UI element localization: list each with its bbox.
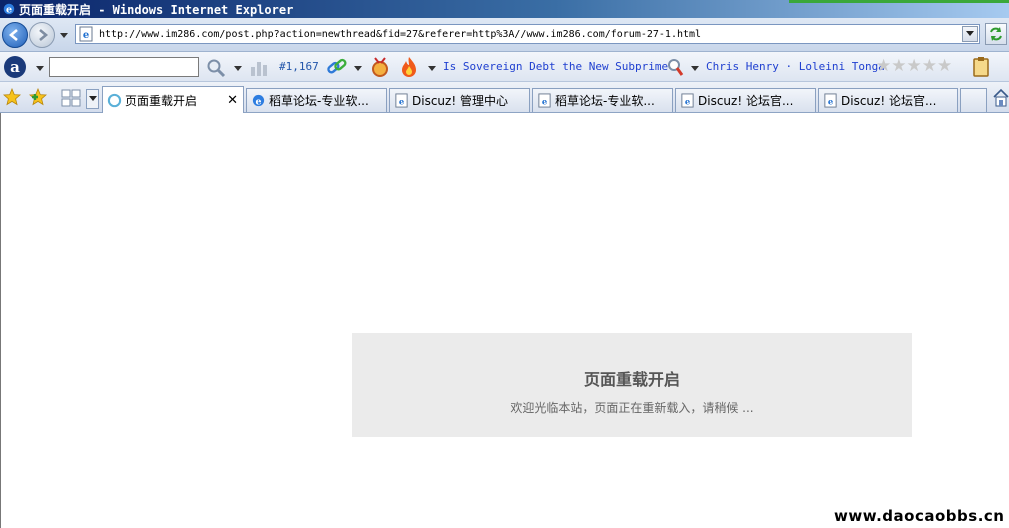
ie-page-icon: e — [252, 94, 265, 107]
svg-text:e: e — [83, 30, 89, 41]
alexa-toolbar: a #1,167 Is Sovereign Debt the New Subpr… — [0, 52, 1009, 82]
tab-label: Discuz! 论坛官... — [698, 94, 794, 108]
window-title-bar[interactable]: e 页面重载开启 - Windows Internet Explorer — [0, 0, 1009, 18]
page-icon: e — [538, 93, 551, 108]
window-title: 页面重载开启 - Windows Internet Explorer — [19, 2, 294, 17]
address-dropdown-button[interactable] — [962, 26, 978, 42]
home-icon[interactable] — [993, 88, 1009, 108]
award-badge-icon[interactable] — [370, 56, 390, 78]
refresh-icon — [990, 27, 1002, 41]
hot-flame-icon[interactable] — [399, 56, 419, 78]
tab-label: 页面重载开启 — [125, 93, 198, 108]
address-input[interactable]: e http://www.im286.com/post.php?action=n… — [75, 24, 980, 44]
tab-label: 稻草论坛-专业软... — [269, 94, 369, 108]
chevron-down-icon — [966, 31, 974, 36]
amazon-logo-button[interactable]: a — [4, 56, 26, 78]
svg-text:e: e — [828, 96, 833, 106]
back-arrow-icon — [8, 29, 18, 41]
tab-1[interactable]: e 稻草论坛-专业软... — [246, 88, 387, 112]
ie-page-icon: e — [79, 26, 93, 42]
favorites-star-icon[interactable] — [3, 88, 21, 106]
amazon-dropdown-icon[interactable] — [35, 63, 45, 73]
star-icon: ★ — [891, 56, 907, 76]
tab-2[interactable]: e Discuz! 管理中心 — [389, 88, 530, 112]
toolbar-search-input[interactable] — [49, 57, 199, 77]
tab-4[interactable]: e Discuz! 论坛官... — [675, 88, 816, 112]
links-dropdown-icon[interactable] — [353, 63, 363, 73]
search-dropdown-icon[interactable] — [233, 63, 243, 73]
close-tab-icon[interactable]: ✕ — [227, 93, 238, 108]
notice-message: 欢迎光临本站，页面正在重新载入，请稍候 ... — [510, 401, 754, 415]
svg-text:e: e — [542, 96, 547, 106]
add-favorite-icon[interactable] — [29, 88, 47, 106]
title-accent — [789, 0, 1009, 3]
trending-names-link[interactable]: Chris Henry · Loleini Tonga — [706, 60, 885, 73]
svg-text:e: e — [399, 96, 404, 106]
svg-text:e: e — [6, 5, 12, 16]
notice-title: 页面重载开启 — [583, 370, 680, 389]
forward-button[interactable] — [29, 22, 55, 48]
address-url: http://www.im286.com/post.php?action=new… — [99, 28, 702, 40]
reload-notice-box: 页面重载开启 欢迎光临本站，页面正在重新载入，请稍候 ... — [352, 333, 912, 437]
new-tab-button[interactable] — [960, 88, 987, 112]
quick-tabs-icon[interactable] — [61, 89, 81, 107]
star-icon: ★ — [937, 56, 953, 76]
site-rating-stars[interactable]: ★ ★ ★ ★ ★ — [876, 58, 952, 75]
address-toolbar: e http://www.im286.com/post.php?action=n… — [0, 18, 1009, 52]
star-icon: ★ — [906, 56, 922, 76]
svg-text:e: e — [256, 96, 262, 107]
page-icon: e — [824, 93, 837, 108]
tab-label: Discuz! 论坛官... — [841, 94, 937, 108]
tab-label: Discuz! 管理中心 — [412, 94, 508, 108]
tab-bar: 页面重载开启 ✕ e 稻草论坛-专业软... e Discuz! 管理中心 e … — [0, 82, 1009, 113]
hot-dropdown-icon[interactable] — [427, 63, 437, 73]
search-trends-icon[interactable] — [665, 56, 685, 78]
news-link[interactable]: Is Sovereign Debt the New Subprime? — [443, 60, 675, 73]
ie-logo-icon: e — [3, 3, 15, 16]
trends-dropdown-icon[interactable] — [690, 63, 700, 73]
notepad-icon[interactable] — [971, 56, 991, 78]
search-icon[interactable] — [206, 58, 226, 78]
page-content: 页面重载开启 欢迎光临本站，页面正在重新载入，请稍候 ... www.daoca… — [0, 113, 1009, 528]
tab-label: 稻草论坛-专业软... — [555, 94, 655, 108]
tab-0[interactable]: 页面重载开启 ✕ — [102, 86, 244, 113]
star-icon: ★ — [921, 56, 937, 76]
loading-icon — [107, 93, 122, 107]
tab-3[interactable]: e 稻草论坛-专业软... — [532, 88, 673, 112]
traffic-rank-chart-icon[interactable] — [249, 57, 269, 77]
back-button[interactable] — [2, 22, 28, 48]
traffic-rank-text[interactable]: #1,167 — [279, 60, 319, 73]
svg-text:e: e — [685, 96, 690, 106]
related-links-icon[interactable] — [326, 57, 348, 77]
tab-list-button[interactable] — [86, 89, 99, 109]
page-icon: e — [681, 93, 694, 108]
site-watermark: www.daocaobbs.cn — [834, 507, 1005, 525]
chevron-down-icon — [88, 96, 97, 101]
tab-5[interactable]: e Discuz! 论坛官... — [818, 88, 958, 112]
refresh-button[interactable] — [985, 23, 1007, 45]
star-icon: ★ — [876, 56, 892, 76]
recent-pages-dropdown-icon[interactable] — [59, 30, 69, 40]
page-icon: e — [395, 93, 408, 108]
forward-arrow-icon — [39, 29, 49, 41]
